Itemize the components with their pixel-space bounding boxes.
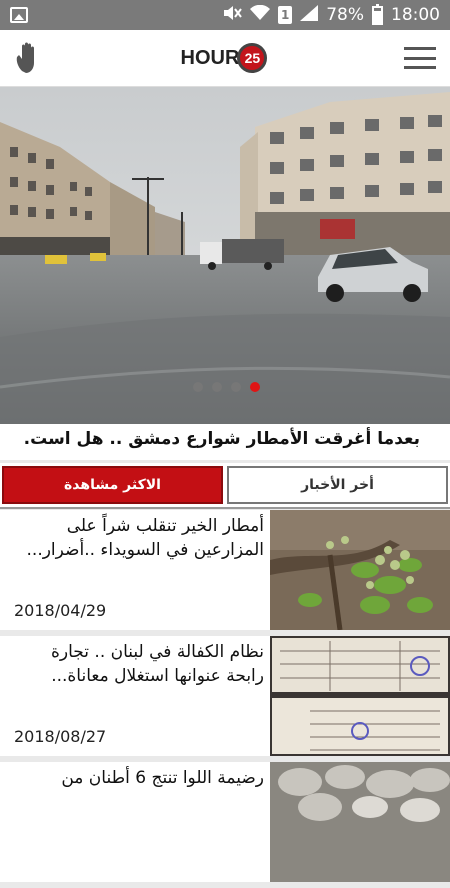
news-date: 2018/04/29 bbox=[14, 601, 107, 620]
logo-number: 25 bbox=[237, 43, 268, 73]
signal-icon bbox=[300, 4, 319, 26]
status-bar: 1 78% 18:00 bbox=[0, 0, 450, 30]
news-title: نظام الكفالة في لبنان .. تجارة رابحة عنو… bbox=[51, 642, 264, 686]
news-title: أمطار الخير تنقلب شراً على المزارعين في … bbox=[26, 516, 264, 560]
stones-thumbnail bbox=[270, 762, 450, 882]
pear-tree-thumbnail bbox=[270, 510, 450, 630]
list-item[interactable]: رضيمة اللوا تنتج 6 أطنان من bbox=[0, 762, 450, 882]
news-text: رضيمة اللوا تنتج 6 أطنان من bbox=[0, 762, 270, 882]
app-logo[interactable]: HOUR 25 bbox=[181, 43, 268, 73]
tab-latest-news[interactable]: أخر الأخبار bbox=[227, 466, 448, 504]
slider-pagination[interactable] bbox=[193, 382, 260, 392]
hero-slider[interactable] bbox=[0, 87, 450, 424]
news-list: أمطار الخير تنقلب شراً على المزارعين في … bbox=[0, 510, 450, 888]
list-item[interactable]: أمطار الخير تنقلب شراً على المزارعين في … bbox=[0, 510, 450, 630]
battery-icon bbox=[372, 3, 383, 25]
app-bar: HOUR 25 bbox=[0, 30, 450, 87]
tab-bar: الاكثر مشاهدة أخر الأخبار bbox=[0, 463, 450, 509]
clock: 18:00 bbox=[391, 5, 440, 25]
slider-dot-1[interactable] bbox=[193, 382, 203, 392]
news-text: أمطار الخير تنقلب شراً على المزارعين في … bbox=[0, 510, 270, 630]
tab-most-viewed[interactable]: الاكثر مشاهدة bbox=[2, 466, 223, 504]
wifi-icon bbox=[250, 4, 271, 26]
mute-icon bbox=[222, 5, 243, 26]
news-text: نظام الكفالة في لبنان .. تجارة رابحة عنو… bbox=[0, 636, 270, 756]
hamburger-menu-icon[interactable] bbox=[403, 47, 436, 69]
flooded-street-photo bbox=[0, 87, 450, 424]
documents-thumbnail bbox=[270, 636, 450, 756]
hero-headline[interactable]: بعدما أغرقت الأمطار شوارع دمشق .. هل است… bbox=[0, 424, 450, 460]
sim-slot-badge: 1 bbox=[278, 6, 293, 24]
hand-stop-icon[interactable] bbox=[14, 41, 44, 75]
slider-dot-3[interactable] bbox=[231, 382, 241, 392]
news-date: 2018/08/27 bbox=[14, 727, 107, 746]
logo-text: HOUR bbox=[180, 46, 240, 69]
slider-dot-4[interactable] bbox=[250, 382, 260, 392]
battery-percent: 78% bbox=[326, 5, 364, 25]
slider-dot-2[interactable] bbox=[212, 382, 222, 392]
list-item[interactable]: نظام الكفالة في لبنان .. تجارة رابحة عنو… bbox=[0, 636, 450, 756]
news-title: رضيمة اللوا تنتج 6 أطنان من bbox=[61, 768, 264, 788]
gallery-notification-icon bbox=[10, 7, 28, 23]
